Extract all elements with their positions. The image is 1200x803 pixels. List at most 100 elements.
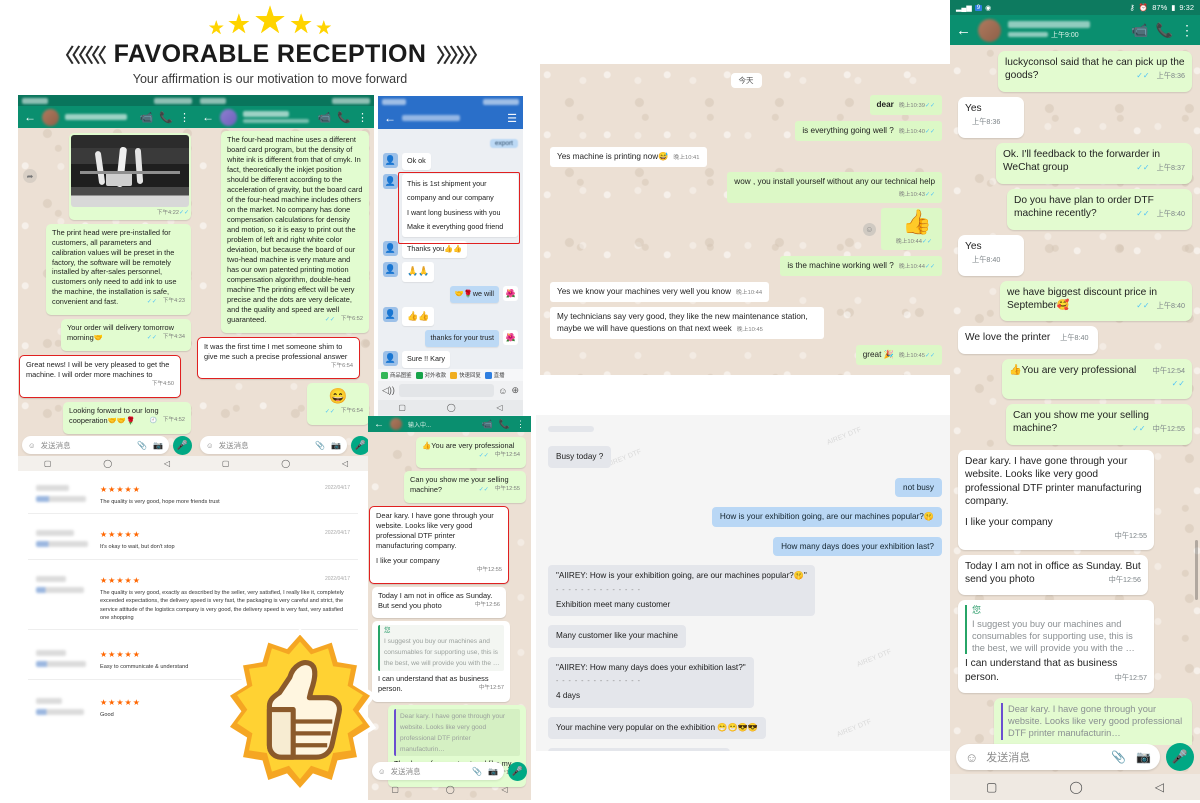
list-item[interactable]: 👤 🙏🙏 <box>383 262 518 282</box>
message-input[interactable]: ☺ 发送消息 📎 📷 <box>372 762 504 780</box>
message-bubble[interactable]: Today I am not in office as Sunday. But … <box>958 554 1148 596</box>
video-call-icon[interactable]: 📹 <box>318 111 332 124</box>
message-bubble[interactable]: we have biggest discount price in Septem… <box>1000 280 1192 322</box>
chat-header[interactable]: ← ☰ <box>378 107 523 129</box>
list-item[interactable]: thanks for your trust 🌺 <box>383 330 518 347</box>
message-composer[interactable]: ◁)) ☺ ⊕ <box>378 381 523 400</box>
nav-home-icon[interactable]: ◯ <box>447 403 456 412</box>
emoji-icon[interactable]: ☺ <box>28 441 36 450</box>
add-icon[interactable]: ⊕ <box>511 385 519 396</box>
nav-recent-icon[interactable]: ▢ <box>222 459 230 468</box>
toolbar-item-goods[interactable]: 商品图鉴 <box>381 371 412 379</box>
message-bubble-emoji[interactable]: 👍 晚上10:44✓✓ <box>880 208 942 251</box>
message-bubble[interactable]: How is your exhibition going, are our ma… <box>711 507 942 528</box>
quick-action-toolbar[interactable]: 商品图鉴 对外收款 快速回复 直播 <box>378 369 523 381</box>
back-arrow-icon[interactable]: ← <box>24 110 36 124</box>
phone-call-icon[interactable]: 📞 <box>499 419 510 430</box>
message-bubble[interactable]: The four-head machine uses a different b… <box>221 131 369 333</box>
emoji-icon[interactable]: ☺ <box>206 441 214 450</box>
mic-button[interactable]: 🎤 <box>173 435 192 455</box>
mic-button[interactable]: 🎤 <box>508 761 527 781</box>
message-image-bubble[interactable]: 下午4:22✓✓ <box>69 133 191 220</box>
video-call-icon[interactable]: 📹 <box>1131 22 1148 39</box>
back-arrow-icon[interactable]: ← <box>384 111 396 125</box>
mic-button[interactable]: 🎤 <box>1166 743 1194 771</box>
chat-header[interactable]: ← 输入中... 📹 📞 ⋮ <box>368 416 531 432</box>
message-bubble[interactable]: Can you show me your selling machine? 中午… <box>404 471 526 504</box>
message-bubble[interactable]: Many customer like your machine <box>548 625 686 648</box>
message-bubble[interactable]: 👍You are very professional 中午12:54 ✓✓ <box>1002 358 1192 399</box>
more-options-icon[interactable]: ⋮ <box>1180 22 1194 39</box>
message-bubble-quoted[interactable]: 您 I suggest you buy our machines and con… <box>958 600 1154 694</box>
attach-icon[interactable]: 📎 <box>472 767 482 776</box>
emoji-icon[interactable]: ☺ <box>965 750 978 765</box>
message-bubble-highlighted[interactable]: Dear kary. I have gone through your webs… <box>369 506 509 584</box>
message-bubble[interactable]: My technicians say very good, they like … <box>550 307 825 339</box>
message-bubble[interactable]: is the machine working well ? 晚上10:44✓✓ <box>780 256 942 277</box>
message-bubble[interactable]: Your order will delivery tomorrow mornin… <box>61 319 191 352</box>
message-composer[interactable]: ☺ 发送消息 📎 📷 🎤 <box>368 760 531 782</box>
toolbar-item-payment[interactable]: 对外收款 <box>415 371 446 379</box>
message-bubble[interactable]: Yes machine is printing now😅 晚上10:41 <box>550 146 707 167</box>
video-call-icon[interactable]: 📹 <box>482 419 493 430</box>
message-bubble[interactable]: Ok. I'll feedback to the forwarder in We… <box>996 142 1192 184</box>
scrollbar-thumb[interactable] <box>1195 540 1198 600</box>
camera-icon[interactable]: 📷 <box>153 441 163 450</box>
table-row[interactable]: 2022/04/17 ★★★★★ The quality is very goo… <box>28 478 358 515</box>
message-bubble-emoji[interactable]: 😄 下午6:54 ✓✓ <box>307 383 369 425</box>
message-bubble[interactable]: Busy today ? <box>548 446 612 469</box>
message-bubble[interactable]: How many days does your exhibition last? <box>773 537 942 557</box>
back-arrow-icon[interactable]: ← <box>202 110 214 124</box>
chat-header[interactable]: ← 📹 📞 ⋮ <box>196 106 374 128</box>
message-bubble[interactable]: is everything going well ? 晚上10:40✓✓ <box>795 120 942 141</box>
message-bubble[interactable]: wow , you install yourself without any o… <box>727 171 942 204</box>
menu-icon[interactable]: ☰ <box>507 112 517 125</box>
message-bubble[interactable]: dear 晚上10:39✓✓ <box>869 95 942 115</box>
attach-icon[interactable]: 📎 <box>1111 750 1126 764</box>
attach-icon[interactable]: 📎 <box>137 441 147 450</box>
list-item[interactable]: 👤 👍👍 <box>383 306 518 327</box>
message-bubble-quoted[interactable]: "AIIREY: How is your exhibition going, a… <box>548 565 815 617</box>
table-row[interactable]: 2022/04/17 ★★★★★ It's okay to wait, but … <box>28 514 358 560</box>
list-item[interactable]: 👤 Thanks you👍👍 <box>383 241 518 259</box>
message-bubble[interactable]: great 🎉 晚上10:45✓✓ <box>855 344 942 365</box>
message-bubble-quoted[interactable]: "AIIREY: How many days does your exhibit… <box>548 656 754 708</box>
nav-recent-icon[interactable]: ▢ <box>44 459 52 468</box>
nav-home-icon[interactable]: ◯ <box>103 459 112 468</box>
avatar[interactable] <box>978 18 1001 42</box>
camera-icon[interactable]: 📷 <box>488 767 498 776</box>
message-bubble-quoted[interactable]: Dear kary. I have gone through your webs… <box>994 698 1192 745</box>
message-bubble[interactable]: Dear kary. I have gone through your webs… <box>958 449 1154 550</box>
table-row[interactable]: 2022/04/17 ★★★★★ The quality is very goo… <box>28 560 358 631</box>
phone-call-icon[interactable]: 📞 <box>337 111 351 124</box>
message-input[interactable]: ☺ 发送消息 📎 📷 <box>22 436 169 454</box>
voice-icon[interactable]: ◁)) <box>382 385 395 396</box>
message-composer[interactable]: ☺ 发送消息 📎 📷 🎤 <box>196 434 374 456</box>
back-arrow-icon[interactable]: ← <box>956 22 971 39</box>
more-options-icon[interactable]: ⋮ <box>516 419 525 430</box>
message-bubble[interactable]: The print head were pre-installed for cu… <box>46 223 191 316</box>
message-bubble-highlighted[interactable]: Great news! I will be very pleased to ge… <box>19 355 181 398</box>
forward-icon[interactable]: ➦ <box>23 169 37 184</box>
phone-call-icon[interactable]: 📞 <box>159 111 173 124</box>
nav-home-icon[interactable]: ◯ <box>446 785 455 794</box>
message-bubble[interactable]: Can you show me your selling machine? 中午… <box>1006 403 1192 445</box>
message-bubble[interactable]: luckyconsol said that he can pick up the… <box>998 51 1192 92</box>
chat-header[interactable]: ← 上午9:00 📹 📞 ⋮ <box>950 15 1200 45</box>
nav-recent-icon[interactable]: ▢ <box>986 780 997 794</box>
camera-icon[interactable]: 📷 <box>1136 750 1151 764</box>
attach-icon[interactable]: 📎 <box>315 441 325 450</box>
message-bubble[interactable]: Your machine very popular on the exhibit… <box>548 716 767 740</box>
back-arrow-icon[interactable]: ← <box>374 419 384 430</box>
nav-back-icon[interactable]: ◁ <box>501 785 507 794</box>
list-item[interactable]: 🤝🌹we will 🌺 <box>383 285 518 303</box>
message-bubble[interactable]: Yes 上午8:40 <box>958 234 1024 276</box>
camera-icon[interactable]: 📷 <box>331 441 341 450</box>
message-bubble-quoted[interactable]: 您 I suggest you buy our machines and con… <box>372 621 510 702</box>
message-bubble[interactable]: 👍You are very professional 中午12:54 ✓✓ <box>416 437 526 469</box>
message-bubble[interactable]: Today I am not in office as Sunday. But … <box>372 586 506 619</box>
message-input[interactable]: ☺ 发送消息 📎 📷 <box>200 436 347 454</box>
more-options-icon[interactable]: ⋮ <box>357 111 368 124</box>
video-call-icon[interactable]: 📹 <box>140 111 154 124</box>
nav-home-icon[interactable]: ◯ <box>281 459 290 468</box>
